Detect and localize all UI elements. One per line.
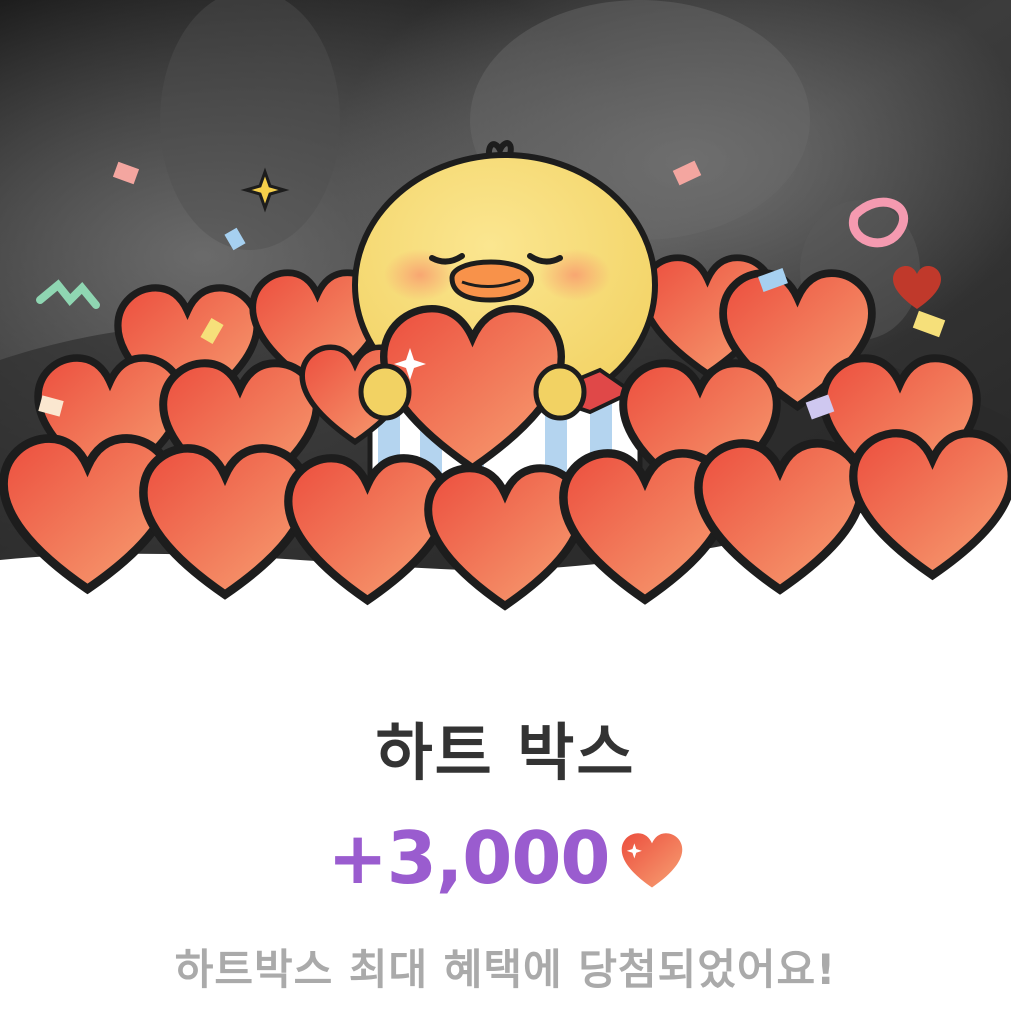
celebration-banner	[0, 0, 1011, 640]
reward-title: 하트 박스	[375, 716, 636, 789]
heart-icon	[620, 832, 684, 890]
reward-amount: +3,000	[327, 816, 610, 900]
celebration-illustration	[0, 0, 1011, 640]
reward-message: 하트박스 최대 혜택에 당첨되었어요!	[174, 945, 837, 994]
reward-amount-row: +3,000	[0, 812, 1011, 904]
heart-box-reward-screen: 하트 박스 +3,000 하트박스 최대 혜택에 당첨되었어요!	[0, 0, 1011, 1011]
